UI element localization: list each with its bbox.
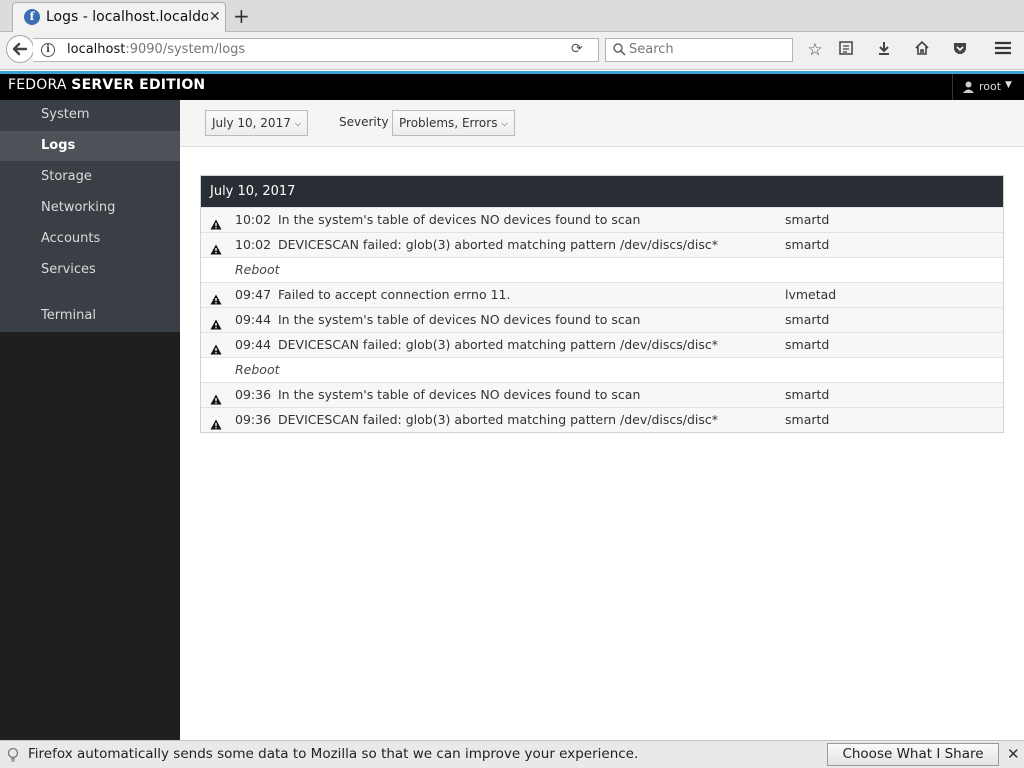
tab-title: Logs - localhost.localdomain bbox=[46, 9, 208, 25]
back-button[interactable] bbox=[6, 35, 34, 63]
sidebar-nav: System Logs Storage Networking Accounts … bbox=[0, 100, 180, 332]
cockpit-header: FEDORA SERVER EDITION root ▼ bbox=[0, 74, 1024, 100]
sidebar-item-storage[interactable]: Storage bbox=[0, 162, 180, 192]
brand-logo: FEDORA SERVER EDITION bbox=[8, 77, 206, 93]
back-arrow-icon bbox=[12, 42, 28, 56]
chevron-down-icon: ⌵ bbox=[294, 119, 301, 128]
log-panel: July 10, 2017 10:02 In the system's table… bbox=[200, 175, 1004, 433]
bookmark-star-icon[interactable]: ☆ bbox=[805, 40, 825, 60]
log-day-header: July 10, 2017 bbox=[201, 176, 1003, 207]
sidebar-item-networking[interactable]: Networking bbox=[0, 193, 180, 223]
pocket-icon[interactable] bbox=[950, 40, 970, 60]
reload-icon[interactable]: ⟳ bbox=[571, 41, 583, 57]
log-message: DEVICESCAN failed: glob(3) aborted match… bbox=[278, 337, 719, 352]
new-tab-icon[interactable]: + bbox=[233, 4, 250, 28]
hamburger-menu-icon[interactable] bbox=[993, 40, 1013, 60]
notification-text: Firefox automatically sends some data to… bbox=[28, 746, 639, 762]
browser-tab[interactable]: f Logs - localhost.localdomain ✕ bbox=[12, 2, 226, 32]
date-dropdown[interactable]: July 10, 2017 ⌵ bbox=[205, 110, 308, 136]
log-entry-row[interactable]: 09:44 In the system's table of devices NO… bbox=[201, 307, 1003, 332]
log-time: 09:47 bbox=[235, 287, 272, 302]
log-entry-row[interactable]: 09:44 DEVICESCAN failed: glob(3) aborted … bbox=[201, 332, 1003, 357]
browser-tab-strip: f Logs - localhost.localdomain ✕ + bbox=[0, 0, 1024, 32]
search-placeholder: Search bbox=[629, 42, 674, 57]
choose-what-i-share-button[interactable]: Choose What I Share bbox=[827, 743, 999, 766]
sidebar-item-terminal[interactable]: Terminal bbox=[0, 301, 180, 331]
log-source: smartd bbox=[785, 237, 830, 252]
severity-label: Severity bbox=[339, 115, 389, 129]
log-time: 09:36 bbox=[235, 412, 272, 427]
severity-dropdown[interactable]: Problems, Errors ⌵ bbox=[392, 110, 515, 136]
filter-bar: July 10, 2017 ⌵ Severity Problems, Errors… bbox=[180, 100, 1024, 147]
log-entry-row[interactable]: 09:36 In the system's table of devices NO… bbox=[201, 382, 1003, 407]
user-menu[interactable]: root ▼ bbox=[952, 74, 1024, 100]
log-message: DEVICESCAN failed: glob(3) aborted match… bbox=[278, 237, 719, 252]
log-rows: 10:02 In the system's table of devices NO… bbox=[201, 207, 1003, 432]
sidebar: System Logs Storage Networking Accounts … bbox=[0, 100, 180, 740]
log-source: smartd bbox=[785, 337, 830, 352]
log-time: 09:36 bbox=[235, 387, 272, 402]
log-entry-row[interactable]: 10:02 DEVICESCAN failed: glob(3) aborted … bbox=[201, 232, 1003, 257]
log-source: smartd bbox=[785, 312, 830, 327]
warning-icon bbox=[210, 414, 222, 438]
user-name: root bbox=[979, 80, 1002, 93]
download-icon[interactable] bbox=[874, 40, 894, 60]
lightbulb-icon bbox=[7, 747, 19, 762]
log-message: In the system's table of devices NO devi… bbox=[278, 387, 641, 402]
tab-close-icon[interactable]: ✕ bbox=[209, 9, 221, 25]
log-entry-row[interactable]: 09:47 Failed to accept connection errno 1… bbox=[201, 282, 1003, 307]
sidebar-item-system[interactable]: System bbox=[0, 100, 180, 130]
site-info-icon[interactable]: i bbox=[41, 43, 55, 57]
log-time: 10:02 bbox=[235, 237, 272, 252]
log-entry-row[interactable]: 09:36 DEVICESCAN failed: glob(3) aborted … bbox=[201, 407, 1003, 432]
log-source: smartd bbox=[785, 387, 830, 402]
search-input[interactable]: Search bbox=[605, 38, 793, 62]
reader-list-icon[interactable] bbox=[836, 40, 856, 60]
log-time: 09:44 bbox=[235, 312, 272, 327]
url-text: localhost:9090/system/logs bbox=[67, 42, 246, 57]
search-icon bbox=[613, 43, 626, 56]
user-icon bbox=[963, 81, 974, 93]
url-bar[interactable]: i localhost:9090/system/logs ⟳ bbox=[33, 38, 599, 62]
reboot-label: Reboot bbox=[235, 262, 280, 277]
log-message: In the system's table of devices NO devi… bbox=[278, 312, 641, 327]
sidebar-item-accounts[interactable]: Accounts bbox=[0, 224, 180, 254]
telemetry-notification: Firefox automatically sends some data to… bbox=[0, 740, 1024, 768]
sidebar-item-services[interactable]: Services bbox=[0, 255, 180, 285]
main-content: July 10, 2017 ⌵ Severity Problems, Errors… bbox=[180, 100, 1024, 740]
fedora-favicon-icon: f bbox=[24, 9, 40, 25]
chevron-down-icon: ⌵ bbox=[501, 119, 508, 128]
log-time: 10:02 bbox=[235, 212, 272, 227]
log-message: Failed to accept connection errno 11. bbox=[278, 287, 511, 302]
close-icon[interactable]: ✕ bbox=[1007, 745, 1020, 763]
browser-navbar: i localhost:9090/system/logs ⟳ Search ☆ bbox=[0, 32, 1024, 70]
reboot-row[interactable]: Reboot bbox=[201, 257, 1003, 282]
reboot-row[interactable]: Reboot bbox=[201, 357, 1003, 382]
log-message: In the system's table of devices NO devi… bbox=[278, 212, 641, 227]
log-source: smartd bbox=[785, 212, 830, 227]
log-source: smartd bbox=[785, 412, 830, 427]
log-message: DEVICESCAN failed: glob(3) aborted match… bbox=[278, 412, 719, 427]
sidebar-item-logs[interactable]: Logs bbox=[0, 131, 180, 161]
log-source: lvmetad bbox=[785, 287, 837, 302]
reboot-label: Reboot bbox=[235, 362, 280, 377]
log-entry-row[interactable]: 10:02 In the system's table of devices NO… bbox=[201, 207, 1003, 232]
log-time: 09:44 bbox=[235, 337, 272, 352]
chevron-down-icon: ▼ bbox=[1005, 80, 1012, 90]
home-icon[interactable] bbox=[912, 40, 932, 60]
